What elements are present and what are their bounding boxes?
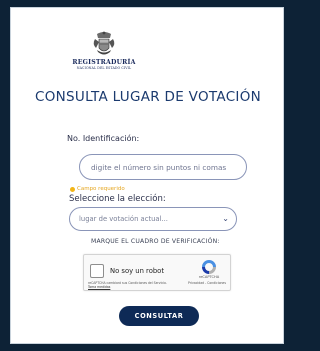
recaptcha-widget: No soy un robot reCAPTCHA cambiará sus C… bbox=[83, 254, 231, 291]
recaptcha-label: No soy un robot bbox=[110, 267, 165, 275]
logo-title: REGISTRADURÍA bbox=[72, 59, 136, 66]
required-hint: Campo requerido bbox=[70, 186, 125, 192]
required-hint-text: Campo requerido bbox=[77, 186, 125, 192]
page-title: CONSULTA LUGAR DE VOTACIÓN bbox=[34, 89, 262, 105]
recaptcha-brand: reCAPTCHA bbox=[198, 275, 220, 279]
id-label: No. Identificación: bbox=[67, 134, 140, 143]
logo-subtitle: NACIONAL DEL ESTADO CIVIL bbox=[76, 66, 132, 70]
form-card: REGISTRADURÍA NACIONAL DEL ESTADO CIVIL … bbox=[10, 7, 284, 344]
recaptcha-fine-link[interactable]: Toma medidas bbox=[88, 285, 110, 289]
captcha-hint: MARQUE EL CUADRO DE VERIFICACIÓN: bbox=[91, 238, 220, 245]
recaptcha-terms[interactable]: Privacidad - Condiciones bbox=[183, 281, 231, 285]
election-select-value: lugar de votación actual... bbox=[79, 215, 168, 223]
chevron-down-icon: ⌄ bbox=[222, 214, 229, 223]
consultar-button[interactable]: CONSULTAR bbox=[119, 306, 199, 326]
recaptcha-logo-icon bbox=[202, 260, 216, 274]
coat-of-arms-icon bbox=[93, 31, 115, 55]
id-number-input[interactable] bbox=[79, 154, 247, 180]
election-label: Seleccione la elección: bbox=[69, 194, 166, 204]
recaptcha-fine-print: reCAPTCHA cambiará sus Condiciones del S… bbox=[88, 281, 168, 289]
recaptcha-checkbox[interactable] bbox=[90, 264, 104, 278]
election-select[interactable]: lugar de votación actual... ⌄ bbox=[69, 207, 237, 231]
required-dot-icon bbox=[70, 186, 75, 192]
registraduria-logo: REGISTRADURÍA NACIONAL DEL ESTADO CIVIL bbox=[71, 30, 137, 74]
